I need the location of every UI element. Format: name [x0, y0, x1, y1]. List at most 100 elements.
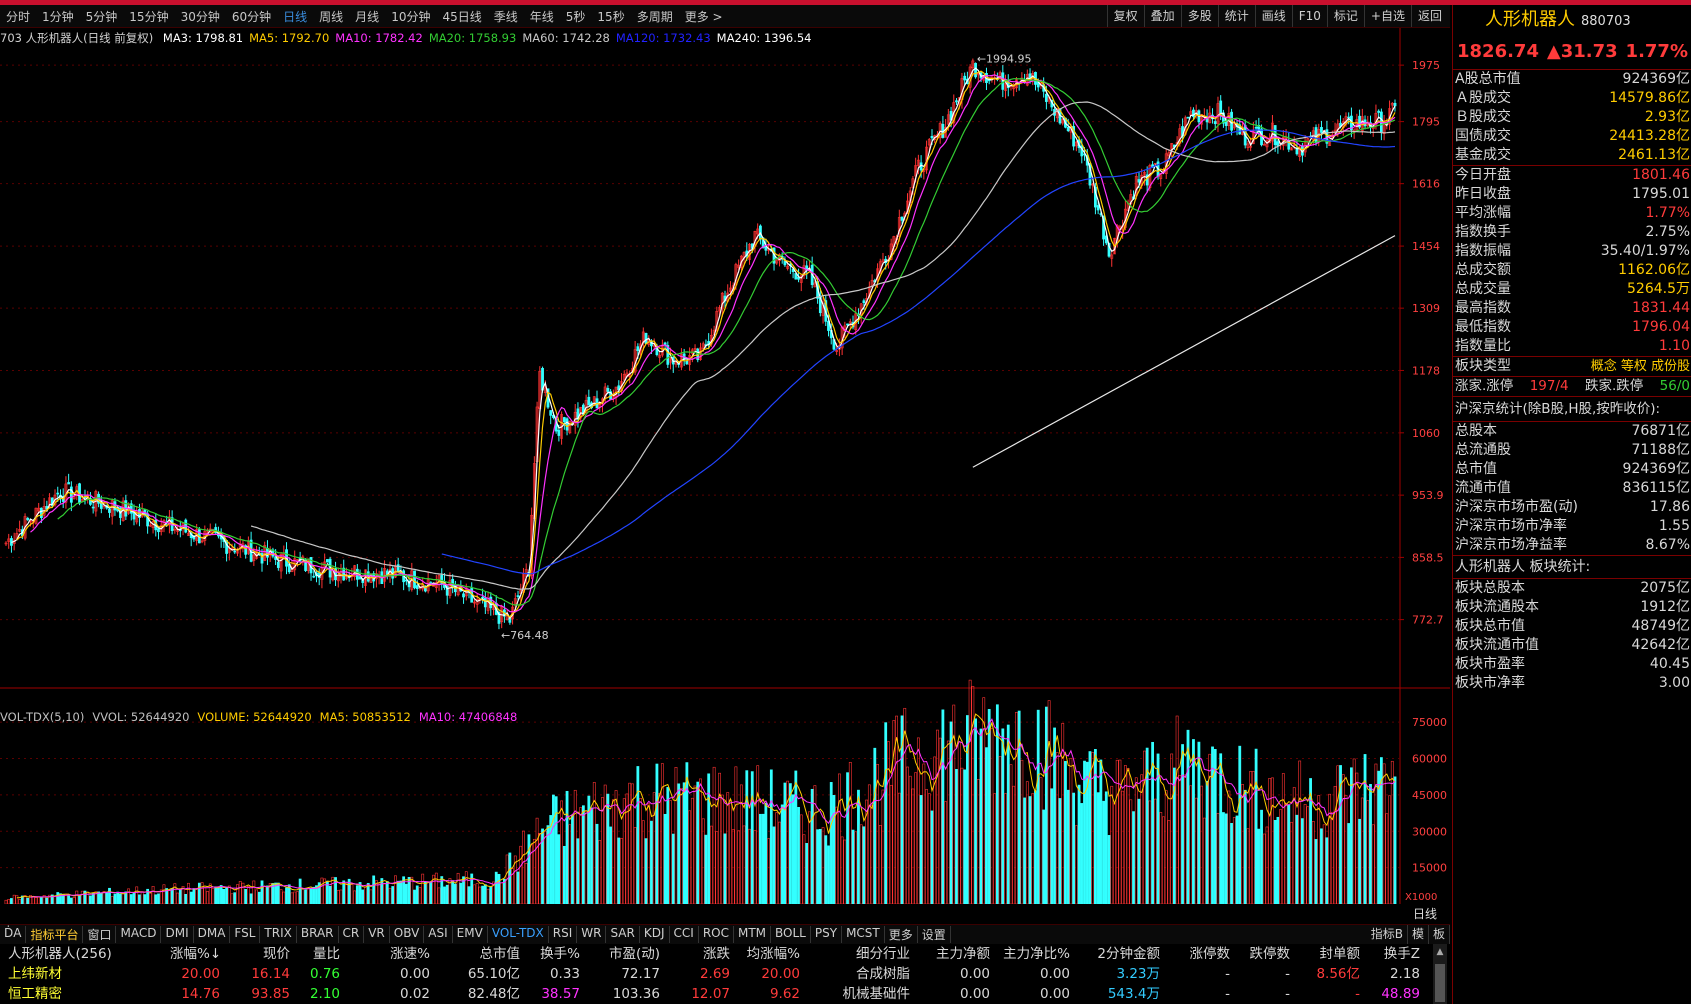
indicator-tab[interactable]: TRIX [260, 926, 297, 943]
period-tab[interactable]: 多周期 [631, 8, 679, 25]
indicator-tab[interactable]: FSL [230, 926, 261, 943]
period-tab[interactable]: 5分钟 [80, 8, 124, 25]
toolbar-button[interactable]: 统计 [1217, 5, 1255, 27]
period-tab[interactable]: 15秒 [591, 8, 630, 25]
period-tab[interactable]: 1分钟 [36, 8, 80, 25]
volume-bar [606, 793, 610, 904]
table-cell: 合成树脂 [856, 966, 910, 982]
volume-bar [731, 829, 735, 904]
volume-bar [647, 803, 651, 904]
indicator-tab[interactable]: BRAR [297, 926, 339, 943]
volume-bar [1290, 821, 1293, 904]
panel-row: 流通市值 836115亿 [1453, 479, 1691, 498]
panel-row: 指数换手 2.75% [1453, 223, 1691, 242]
period-tab[interactable]: 15分钟 [123, 8, 174, 25]
table-row[interactable]: 上纬新材 20.00 16.14 0.76 0.00 65.10亿 0.33 72.17 2.6… [0, 964, 1450, 984]
indicator-tab[interactable]: MACD [116, 926, 162, 943]
indicator-tab[interactable]: 设置 [918, 926, 951, 943]
indicator-tab[interactable]: KDJ [640, 926, 670, 943]
indicator-tab[interactable]: WR [577, 926, 607, 943]
period-tab[interactable]: 月线 [349, 8, 385, 25]
period-tab[interactable]: 分时 [0, 8, 36, 25]
indicator-tab[interactable]: 窗口 [83, 926, 117, 943]
toolbar-button[interactable]: 返回 [1410, 5, 1448, 27]
indicator-tab[interactable]: OBV [390, 926, 425, 943]
period-tab[interactable]: 周线 [313, 8, 349, 25]
volume-bar [1083, 760, 1086, 904]
period-tab[interactable]: 10分钟 [385, 8, 436, 25]
panel-row: Ｂ股成交 2.93亿 [1453, 108, 1691, 127]
indicator-tab[interactable]: ḊA [0, 926, 27, 943]
volume-bar [1197, 741, 1201, 904]
indicator-tab[interactable]: PSY [811, 926, 843, 943]
period-tab[interactable]: 年线 [524, 8, 560, 25]
volume-bar [579, 807, 583, 904]
volume-bar [1121, 790, 1125, 904]
indicator-tab[interactable]: MCST [842, 926, 885, 943]
table-row[interactable]: 恒工精密 14.76 93.85 2.10 0.02 82.48亿 38.57 103.36 1… [0, 984, 1450, 1004]
indicator-tab-right[interactable]: 模 [1408, 925, 1429, 944]
price-chart[interactable]: 1975 1795 1616 1454 1309 1178 1060 953.9 858.5 77… [0, 28, 1450, 904]
volume-bar [1251, 771, 1255, 904]
table-cell: 2.69 [699, 966, 730, 982]
candle-body [233, 550, 237, 553]
panel-change-pct: 1.77% [1625, 41, 1688, 62]
indicator-tab[interactable]: BOLL [771, 926, 811, 943]
indicator-tab[interactable]: ROC [699, 926, 734, 943]
table-cell: 12.07 [691, 986, 730, 1002]
volume-bar [767, 838, 770, 904]
toolbar-button[interactable]: +自选 [1363, 5, 1411, 27]
period-tab[interactable]: 更多 > [679, 8, 729, 25]
volume-bar [135, 886, 139, 904]
indicator-tab[interactable]: EMV [453, 926, 488, 943]
indicator-tab-right[interactable]: 指标B [1367, 925, 1408, 944]
toolbar-button[interactable]: 标记 [1326, 5, 1364, 27]
indicator-tab[interactable]: RSI [549, 926, 578, 943]
volume-bar [1047, 700, 1051, 904]
indicator-tab[interactable]: CCI [670, 926, 699, 943]
panel-row-label: 今日开盘 [1455, 167, 1511, 183]
panel-row: A股总市值 924369亿 [1453, 70, 1691, 89]
toolbar-button[interactable]: 画线 [1254, 5, 1292, 27]
indicator-tab[interactable]: DMA [194, 926, 231, 943]
toolbar-button[interactable]: 叠加 [1143, 5, 1181, 27]
scroll-up-icon[interactable]: ▲ [1435, 946, 1445, 958]
table-header-cell: 市盈(动) [608, 946, 660, 962]
table-header-cell: 换手% [540, 946, 580, 962]
scroll-thumb[interactable] [1435, 964, 1445, 1002]
volume-bar [699, 778, 702, 904]
table-header-row: 人形机器人(256) 涨幅%↓ 现价 量比 涨速% 总市值 换手% 市盈(动) 涨跌 均涨幅% 细分… [0, 944, 1450, 964]
period-tab[interactable]: 45日线 [436, 8, 487, 25]
candle-body [846, 323, 849, 326]
indicator-tab[interactable]: 指标平台 [26, 926, 84, 943]
period-tab[interactable]: 日线 [277, 8, 313, 25]
indicator-tab[interactable]: CR [339, 926, 365, 943]
volume-bar [26, 897, 30, 904]
volume-bar [1164, 790, 1168, 904]
period-tab[interactable]: 5秒 [560, 8, 592, 25]
volume-bar [1102, 800, 1105, 904]
indicator-tab-right[interactable]: 板 [1429, 925, 1450, 944]
volume-bar [546, 825, 550, 904]
period-tab[interactable]: 60分钟 [226, 8, 277, 25]
indicator-tab[interactable]: MTM [734, 926, 772, 943]
period-tab[interactable]: 季线 [488, 8, 524, 25]
volume-bar [1074, 825, 1078, 904]
indicator-tab[interactable]: VOL-TDX [488, 926, 549, 943]
table-cell: 0.00 [959, 986, 990, 1002]
indicator-tab[interactable]: SAR [606, 926, 640, 943]
table-scrollbar[interactable]: ▲ [1433, 944, 1447, 1004]
indicator-tab[interactable]: 更多 [885, 926, 918, 943]
toolbar-button[interactable]: 复权 [1106, 5, 1144, 27]
volume-bar [715, 831, 719, 904]
toolbar-button[interactable]: F10 [1291, 5, 1327, 27]
volume-bar [780, 804, 784, 904]
indicator-tab[interactable]: ASI [424, 926, 453, 943]
indicator-tab[interactable]: DMI [161, 926, 194, 943]
panel-row: 最高指数 1831.44 [1453, 299, 1691, 318]
table-cell: 16.14 [251, 966, 290, 982]
period-tab[interactable]: 30分钟 [175, 8, 226, 25]
ma120-line [441, 129, 1396, 575]
toolbar-button[interactable]: 多股 [1180, 5, 1218, 27]
indicator-tab[interactable]: VR [364, 926, 390, 943]
